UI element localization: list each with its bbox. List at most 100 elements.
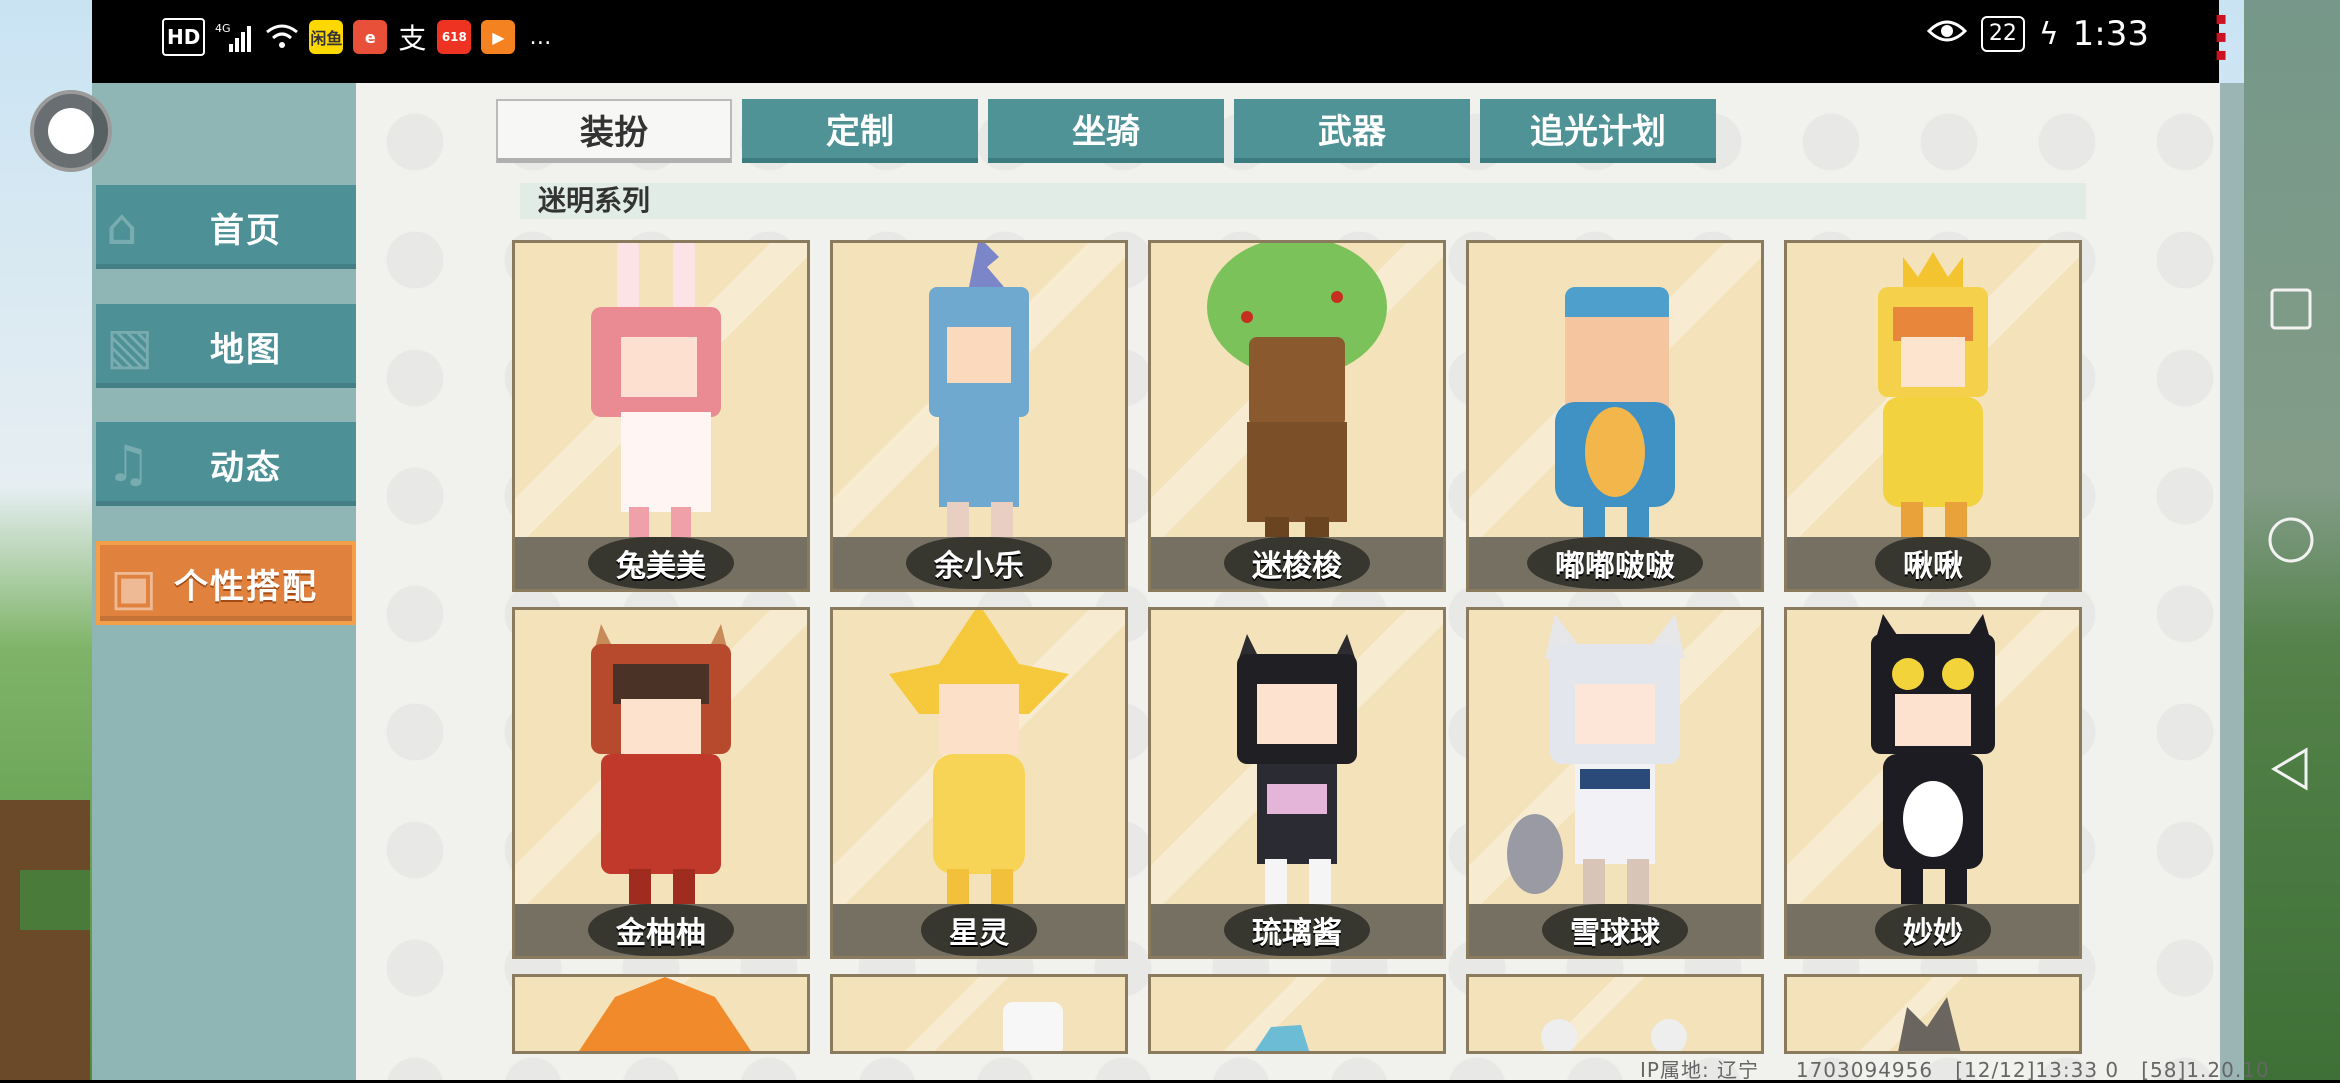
background-block: [20, 870, 90, 930]
signal-icon: 4G: [215, 20, 255, 54]
character-figure: [579, 977, 751, 1051]
card-caption: 星灵: [833, 904, 1125, 956]
card-caption: 妙妙: [1787, 904, 2079, 956]
outfit-card-partial[interactable]: [512, 974, 810, 1054]
card-name: 兔美美: [588, 537, 734, 589]
right-edge-panel: [2220, 83, 2244, 1080]
character-figure: [1898, 997, 1961, 1051]
map-icon: ▧: [106, 317, 154, 375]
section-title: 迷明系列: [520, 183, 2086, 219]
card-name: 啾啾: [1875, 537, 1991, 589]
card-name: 琉璃酱: [1224, 904, 1370, 956]
outfit-card-tumeimei[interactable]: 兔美美: [512, 240, 810, 592]
tab-light-plan[interactable]: 追光计划: [1480, 99, 1716, 163]
character-figure: [1507, 614, 1685, 904]
character-figure: [1255, 1025, 1310, 1051]
card-caption: 迷梭梭: [1151, 537, 1443, 589]
xianyu-app-icon: 闲鱼: [309, 20, 344, 54]
character-figure: [929, 243, 1029, 537]
clock: 1:33: [2072, 14, 2149, 54]
outfit-card-xingling[interactable]: 星灵: [830, 607, 1128, 959]
category-tabs: 装扮 定制 坐骑 武器 追光计划: [496, 99, 1716, 163]
card-name: 余小乐: [906, 537, 1052, 589]
character-figure: [1871, 614, 1995, 904]
more-notifications-icon: …: [529, 24, 552, 50]
back-icon[interactable]: [2266, 744, 2316, 794]
version: [58]1.20.10: [2141, 1058, 2270, 1082]
nav-item-outfit[interactable]: ▣ 个性搭配: [96, 541, 356, 625]
status-bar: HD 4G 闲鱼 e 支 618 ▶ … 22 ϟ 1:33: [92, 0, 2219, 83]
card-caption: 金柚柚: [515, 904, 807, 956]
charging-icon: ϟ: [2038, 16, 2059, 52]
taobao-app-icon: e: [353, 20, 388, 54]
outfit-card-dudu[interactable]: 嘟嘟啵啵: [1466, 240, 1764, 592]
tab-weapons[interactable]: 武器: [1234, 99, 1470, 163]
character-figure: [591, 624, 731, 904]
bell-icon: ♫: [106, 435, 151, 493]
character-figure: [1878, 252, 1988, 537]
outfit-card-xueqiuqiu[interactable]: 雪球球: [1466, 607, 1764, 959]
status-right: 22 ϟ 1:33: [1926, 14, 2149, 54]
wifi-icon: [265, 20, 299, 54]
outfit-card-partial[interactable]: [830, 974, 1128, 1054]
card-caption: 余小乐: [833, 537, 1125, 589]
outfit-card-misuosuo[interactable]: 迷梭梭: [1148, 240, 1446, 592]
hd-icon: HD: [162, 18, 206, 56]
tab-dressup[interactable]: 装扮: [496, 99, 732, 163]
character-figure: [591, 243, 721, 537]
battery-indicator: 22: [1980, 16, 2025, 52]
screen-edge-marks: ▪ ▪ ▪: [2215, 8, 2228, 65]
tab-mounts[interactable]: 坐骑: [988, 99, 1224, 163]
eye-comfort-icon: [1926, 14, 1967, 54]
nav-item-activity[interactable]: ♫ 动态: [96, 422, 356, 506]
character-figure: [1207, 243, 1387, 537]
outfit-card-partial[interactable]: [1784, 974, 2082, 1054]
card-name: 星灵: [921, 904, 1037, 956]
user-id: 1703094956: [1795, 1058, 1934, 1082]
character-figure: [889, 610, 1069, 904]
nav-item-home[interactable]: ⌂ 首页: [96, 185, 356, 269]
main-content: 装扮 定制 坐骑 武器 追光计划 迷明系列 兔美美 余小乐 迷梭梭 嘟嘟啵啵 啾…: [356, 83, 2220, 1080]
network-type-label: 4G: [215, 22, 231, 35]
outfit-card-jinyouyou[interactable]: 金柚柚: [512, 607, 810, 959]
card-caption: 雪球球: [1469, 904, 1761, 956]
tab-custom[interactable]: 定制: [742, 99, 978, 163]
recent-apps-icon[interactable]: [2266, 284, 2316, 334]
outfit-card-liulijiang[interactable]: 琉璃酱: [1148, 607, 1446, 959]
ip-location: IP属地: 辽宁: [1640, 1058, 1760, 1082]
nav-item-label: 动态: [210, 447, 282, 488]
character-figure: [1003, 1002, 1063, 1051]
server-time: [12/12]13:33 0: [1955, 1058, 2120, 1082]
character-figure: [1541, 1019, 1687, 1051]
card-name: 雪球球: [1542, 904, 1688, 956]
outfit-icon: ▣: [110, 558, 158, 616]
card-name: 妙妙: [1875, 904, 1991, 956]
outfit-card-yuxiaole[interactable]: 余小乐: [830, 240, 1128, 592]
nav-item-label: 地图: [210, 329, 282, 370]
card-caption: 嘟嘟啵啵: [1469, 537, 1761, 589]
outfit-card-jiujiu[interactable]: 啾啾: [1784, 240, 2082, 592]
background-block: [0, 800, 90, 1080]
footer-info: IP属地: 辽宁 1703094956 [12/12]13:33 0 [58]1…: [1640, 1054, 2270, 1083]
outfit-card-partial[interactable]: [1466, 974, 1764, 1054]
floating-assist-button[interactable]: [30, 90, 112, 172]
character-figure: [1237, 634, 1357, 904]
outfit-card-partial[interactable]: [1148, 974, 1446, 1054]
nav-item-map[interactable]: ▧ 地图: [96, 304, 356, 388]
home-icon: ⌂: [106, 198, 138, 256]
system-nav-bar: [2244, 0, 2340, 1080]
character-figure: [1555, 287, 1675, 537]
video-app-icon: ▶: [481, 20, 516, 54]
card-name: 嘟嘟啵啵: [1527, 537, 1703, 589]
nav-item-label: 首页: [210, 210, 282, 251]
card-name: 迷梭梭: [1224, 537, 1370, 589]
card-caption: 啾啾: [1787, 537, 2079, 589]
card-caption: 琉璃酱: [1151, 904, 1443, 956]
outfit-card-miaomiao[interactable]: 妙妙: [1784, 607, 2082, 959]
home-circle-icon[interactable]: [2266, 515, 2316, 565]
shopping-app-icon: 618: [437, 20, 472, 54]
card-name: 金柚柚: [588, 904, 734, 956]
status-left: HD 4G 闲鱼 e 支 618 ▶ …: [162, 18, 555, 56]
card-caption: 兔美美: [515, 537, 807, 589]
alipay-icon: 支: [398, 22, 427, 55]
